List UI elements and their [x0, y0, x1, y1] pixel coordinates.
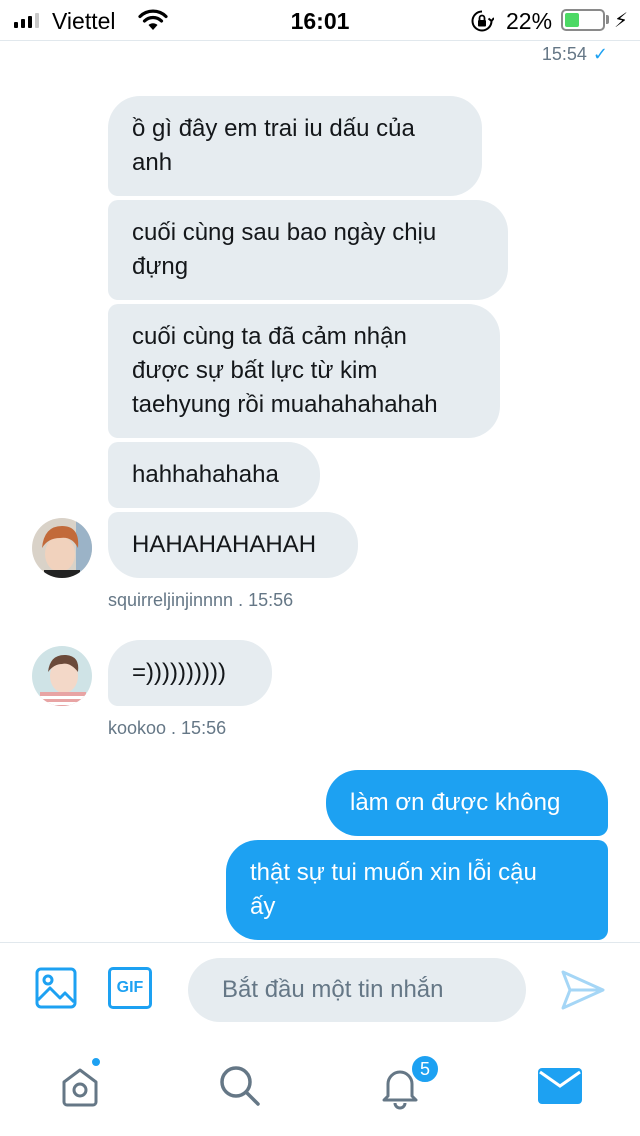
message-bubble[interactable]: =))))))))))	[108, 640, 272, 706]
rotation-lock-icon	[471, 10, 494, 32]
gif-icon: GIF	[108, 967, 152, 1009]
home-unread-dot	[90, 1056, 102, 1068]
message-input-container[interactable]	[188, 958, 526, 1022]
battery-percent: 22%	[506, 8, 553, 34]
add-photo-button[interactable]	[34, 966, 78, 1010]
composer-divider	[0, 942, 640, 943]
message-meta: squirreljinjinnnn . 15:56	[108, 590, 294, 610]
message-bubble[interactable]: thật sự tui muốn xin lỗi cậu ấy	[226, 840, 608, 940]
avatar[interactable]	[32, 518, 92, 578]
avatar-image	[32, 646, 92, 706]
home-icon	[62, 1068, 98, 1107]
message-bubble[interactable]: hahhahahaha	[108, 442, 320, 508]
avatar[interactable]	[32, 646, 92, 706]
avatar-image	[32, 518, 92, 578]
message-bubble[interactable]: làm ơn được không	[326, 770, 608, 836]
battery-cap	[606, 15, 609, 24]
gif-label: GIF	[116, 979, 144, 996]
send-icon	[561, 970, 605, 1010]
status-bar: Viettel 16:01 22% ⚡	[0, 0, 640, 40]
message-input[interactable]	[222, 976, 492, 1004]
image-icon	[35, 967, 77, 1009]
tab-search[interactable]	[212, 1058, 268, 1114]
message-bubble[interactable]: ồ gì đây em trai iu dấu của anh	[108, 96, 482, 196]
charging-icon: ⚡	[614, 10, 629, 32]
timestamp-text: 15:54	[541, 44, 587, 64]
notifications-badge: 5	[410, 1054, 440, 1084]
tab-messages[interactable]	[532, 1058, 588, 1114]
message-meta: kookoo . 15:56	[108, 718, 227, 738]
message-bubble[interactable]: HAHAHAHAHAH	[108, 512, 358, 578]
message-bubble[interactable]: cuối cùng sau bao ngày chịu đựng	[108, 200, 508, 300]
mail-icon	[538, 1068, 582, 1104]
add-gif-button[interactable]: GIF	[108, 966, 152, 1010]
send-button[interactable]	[560, 968, 606, 1017]
message-bubble[interactable]: cuối cùng ta đã cảm nhận được sự bất lực…	[108, 304, 500, 438]
read-check-icon: ✓	[592, 44, 608, 64]
status-divider	[0, 40, 640, 41]
search-icon	[220, 1066, 260, 1106]
battery-icon	[561, 9, 605, 31]
message-timestamp: 15:54 ✓	[542, 44, 608, 65]
